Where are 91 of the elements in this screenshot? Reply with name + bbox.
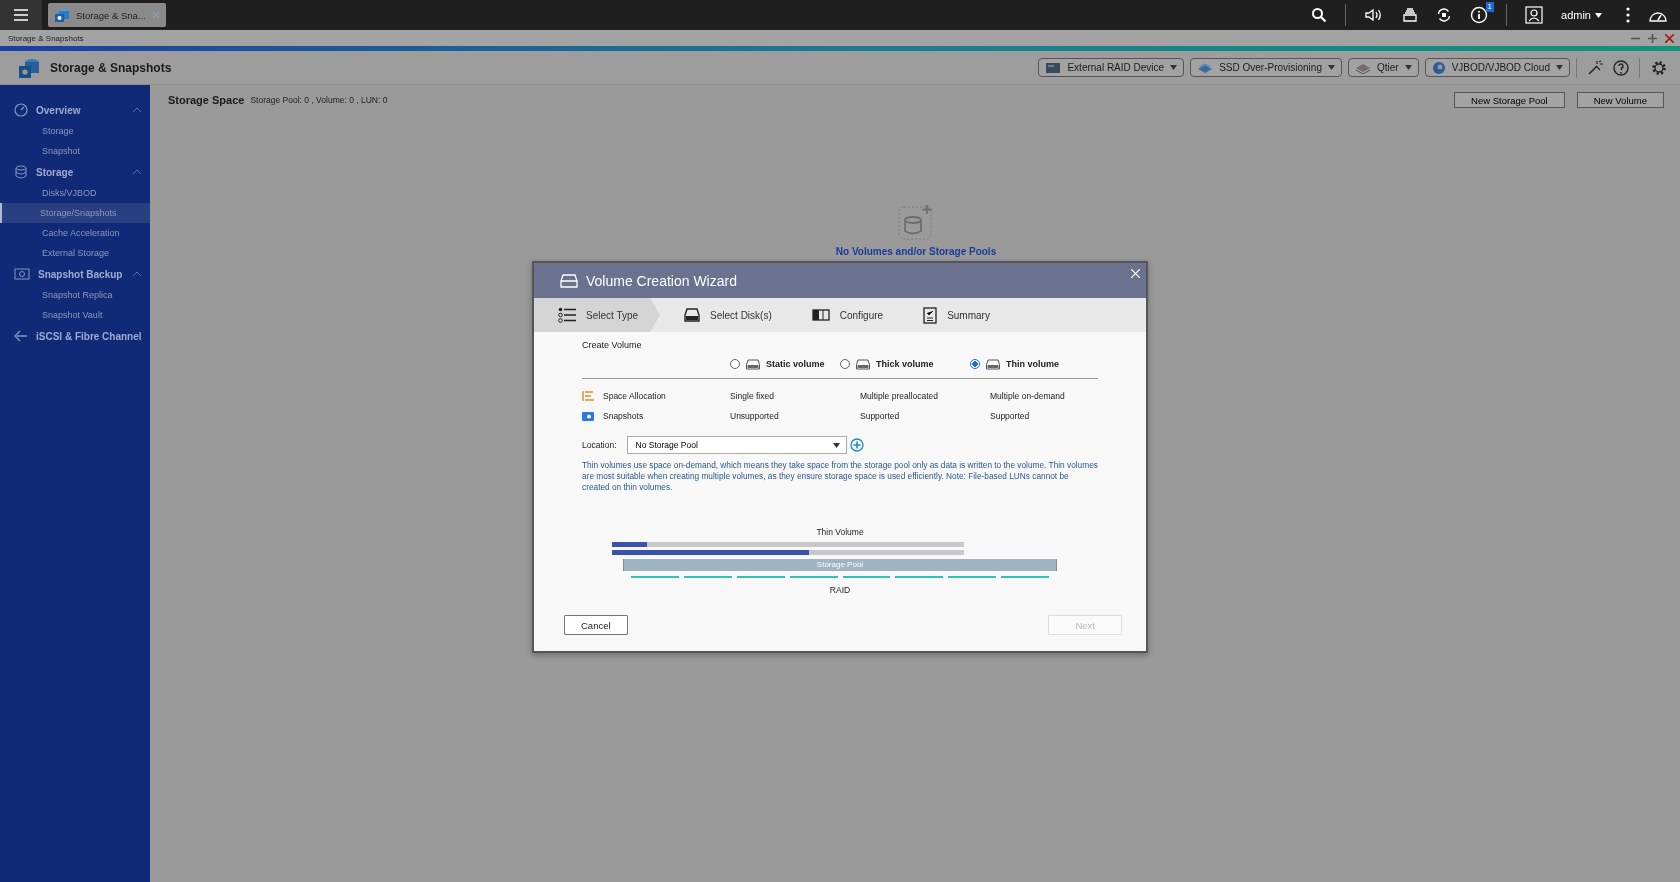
sidebar-item[interactable]: Storage xyxy=(0,121,150,141)
list-icon xyxy=(558,307,576,323)
snapshot-icon xyxy=(582,411,594,421)
wizard-step: Configure xyxy=(787,298,900,332)
user-menu[interactable]: admin xyxy=(1555,8,1608,22)
sidebar-item[interactable]: Disks/VJBOD xyxy=(0,183,150,203)
storage-app-icon xyxy=(54,7,70,23)
drive-icon xyxy=(856,358,870,370)
toolbar-dropdown[interactable]: Qtier xyxy=(1347,58,1419,77)
maximize-icon[interactable] xyxy=(1648,33,1657,43)
database-icon xyxy=(14,165,28,179)
feature-value: Multiple preallocated xyxy=(860,391,939,401)
raid-label: RAID xyxy=(829,585,851,595)
caret-icon xyxy=(1404,65,1412,70)
sidebar-item[interactable]: Storage/Snapshots xyxy=(0,203,150,223)
dialog-button[interactable]: Cancel xyxy=(564,615,628,635)
columns-icon xyxy=(811,309,830,321)
stack-icon[interactable] xyxy=(1402,7,1419,23)
feature-value: Supported xyxy=(860,411,901,421)
sidebar-section[interactable]: Overview xyxy=(0,99,150,121)
sidebar-item[interactable]: Snapshot xyxy=(0,141,150,161)
caret-icon xyxy=(1327,65,1335,70)
drive-icon xyxy=(986,358,1000,370)
sidebar-section[interactable]: Snapshot Backup xyxy=(0,263,150,285)
caret-icon xyxy=(1556,65,1563,70)
more-icon[interactable] xyxy=(1626,7,1630,23)
caret-icon xyxy=(1170,65,1178,70)
magic-wand-icon[interactable] xyxy=(1587,59,1603,76)
sidebar-item[interactable]: Snapshot Replica xyxy=(0,285,150,305)
feature-value: Single fixed xyxy=(730,391,775,401)
drive-icon xyxy=(746,358,760,370)
wizard-step: Select Type xyxy=(534,298,661,332)
sync-icon[interactable] xyxy=(1436,7,1453,23)
tab-label: Storage & Sna... xyxy=(76,9,146,21)
allocation-icon xyxy=(582,391,594,401)
raid-device-icon xyxy=(1045,61,1062,74)
help-icon[interactable] xyxy=(1613,59,1629,76)
summary-text: Storage Pool: 0 , Volume: 0 , LUN: 0 xyxy=(250,95,388,105)
clipboard-icon xyxy=(923,306,938,324)
menu-icon[interactable] xyxy=(0,0,42,30)
cloud-disk-icon xyxy=(1431,60,1446,75)
notification-badge: 1 xyxy=(1485,2,1495,12)
feature-value: Unsupported xyxy=(730,411,780,421)
feature-value: Multiple on-demand xyxy=(990,391,1066,401)
feature-label: Space Allocation xyxy=(582,391,730,401)
description-text: Thin volumes use space on-demand, which means they take space from the storage pool only as data is written to the volume. Thin volumes are most suitable when creating multiple volumes, as they ensure storage space is used efficiently. Note: File-based LUNs cannot be created on thin volumes. xyxy=(582,460,1098,493)
add-storage-icon xyxy=(898,204,934,240)
info-icon[interactable] xyxy=(1470,6,1489,24)
app-tab[interactable]: Storage & Sna... xyxy=(48,3,166,27)
sidebar-item[interactable]: Snapshot Vault xyxy=(0,305,150,325)
section-title: Create Volume xyxy=(582,340,643,350)
wizard-step: Summary xyxy=(899,298,1006,332)
section-heading: Storage Space xyxy=(168,94,245,106)
close-icon[interactable] xyxy=(1665,33,1674,43)
dialog-title: Volume Creation Wizard xyxy=(586,272,737,289)
wizard-step: Select Disk(s) xyxy=(660,298,788,332)
field-label: Location: xyxy=(582,440,617,450)
sidebar-item[interactable]: Cache Acceleration xyxy=(0,223,150,243)
tiers-icon xyxy=(1354,61,1371,74)
storage-app-icon xyxy=(18,56,40,79)
action-button[interactable]: New Storage Pool xyxy=(1454,92,1565,108)
drive-icon xyxy=(560,273,578,288)
gauge-icon xyxy=(14,103,28,117)
radio-button[interactable] xyxy=(970,359,980,369)
toolbar-dropdown[interactable]: SSD Over-Provisioning xyxy=(1190,58,1342,77)
action-button[interactable]: New Volume xyxy=(1576,92,1664,108)
drive-icon xyxy=(684,308,701,322)
toolbar-dropdown[interactable]: External RAID Device xyxy=(1038,58,1185,77)
storage-pool-bar: Storage Pool xyxy=(623,559,1057,571)
app-title: Storage & Snapshots xyxy=(50,60,172,75)
feature-value: Supported xyxy=(990,411,1031,421)
empty-message: No Volumes and/or Storage Pools xyxy=(835,246,997,257)
settings-icon[interactable] xyxy=(1650,58,1668,77)
window-title: Storage & Snapshots xyxy=(8,33,84,43)
radio-button[interactable] xyxy=(840,359,850,369)
search-icon[interactable] xyxy=(1311,7,1328,23)
sidebar-section[interactable]: Storage xyxy=(0,161,150,183)
add-icon[interactable] xyxy=(849,438,864,452)
diagram-title: Thin Volume xyxy=(816,527,864,537)
caret-icon xyxy=(832,442,840,448)
toolbar-dropdown[interactable]: VJBOD/VJBOD Cloud xyxy=(1424,58,1570,77)
radio-button[interactable] xyxy=(730,359,740,369)
location-dropdown[interactable]: No Storage Pool xyxy=(626,436,847,454)
feature-label: Snapshots xyxy=(582,411,730,421)
connector-icon xyxy=(14,329,28,343)
ssd-icon xyxy=(1197,61,1214,74)
caret-icon xyxy=(1595,12,1602,18)
sidebar-section[interactable]: iSCSI & Fibre Channel xyxy=(0,325,150,347)
sidebar-item[interactable]: External Storage xyxy=(0,243,150,263)
camera-icon xyxy=(14,267,30,281)
user-icon[interactable] xyxy=(1525,6,1544,24)
